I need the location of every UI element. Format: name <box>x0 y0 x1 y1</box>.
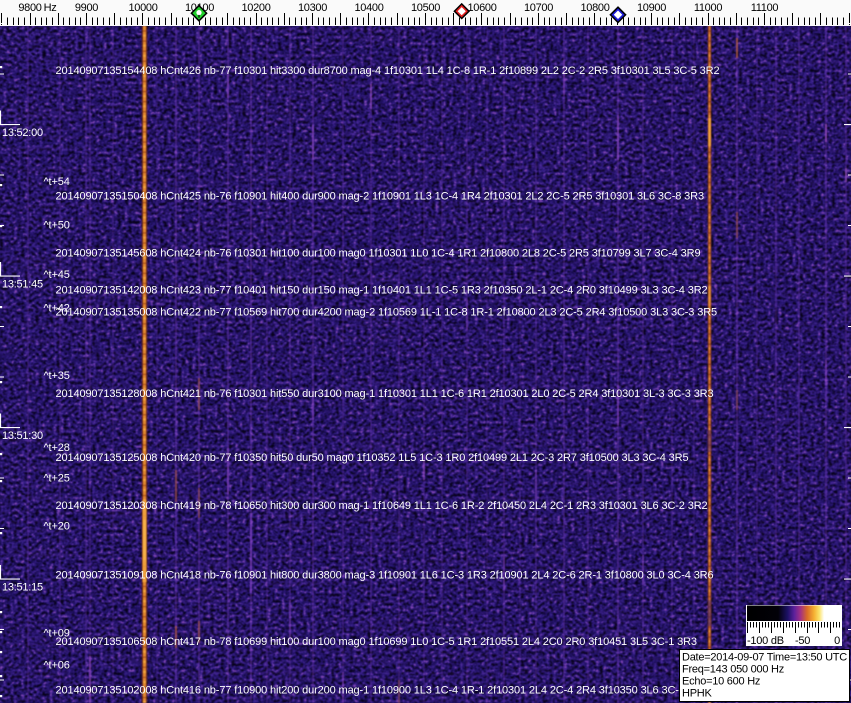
svg-text:20140907135106508 hCnt417 nb-7: 20140907135106508 hCnt417 nb-78 f10699 h… <box>56 636 697 648</box>
svg-text:20140907135142008 hCnt423 nb-7: 20140907135142008 hCnt423 nb-77 f10401 h… <box>56 284 708 296</box>
svg-text:20140907135135008 hCnt422 nb-7: 20140907135135008 hCnt422 nb-77 f10569 h… <box>56 306 718 318</box>
svg-text:20140907135120308 hCnt419 nb-7: 20140907135120308 hCnt419 nb-78 f10650 h… <box>56 500 708 512</box>
svg-text:10600: 10600 <box>467 2 496 14</box>
svg-text:10700: 10700 <box>524 2 553 14</box>
svg-text:^t+42: ^t+42 <box>44 302 70 314</box>
svg-text:13:51:45: 13:51:45 <box>2 279 43 291</box>
svg-text:10800: 10800 <box>580 2 609 14</box>
svg-text:Echo=10 600 Hz: Echo=10 600 Hz <box>682 676 760 688</box>
svg-text:20140907135145608 hCnt424 nb-7: 20140907135145608 hCnt424 nb-76 f10301 h… <box>56 248 701 260</box>
svg-text:HPHK: HPHK <box>682 688 712 700</box>
svg-text:^t+54: ^t+54 <box>44 176 70 188</box>
svg-text:10400: 10400 <box>354 2 383 14</box>
svg-text:13:51:15: 13:51:15 <box>2 582 43 594</box>
svg-text:13:52:00: 13:52:00 <box>2 127 43 139</box>
svg-text:20140907135102008 hCnt416 nb-7: 20140907135102008 hCnt416 nb-77 f10900 h… <box>56 684 708 696</box>
svg-text:Freq=143 050 000 Hz: Freq=143 050 000 Hz <box>682 664 784 676</box>
svg-text:10200: 10200 <box>241 2 270 14</box>
svg-text:^t+20: ^t+20 <box>44 521 70 533</box>
svg-text:^t+50: ^t+50 <box>44 220 70 232</box>
svg-text:20140907135150408 hCnt425 nb-7: 20140907135150408 hCnt425 nb-76 f10901 h… <box>56 191 704 203</box>
svg-text:Date=2014-09-07 Time=13:50 UTC: Date=2014-09-07 Time=13:50 UTC <box>682 652 847 664</box>
svg-text:10500: 10500 <box>411 2 440 14</box>
svg-text:20140907135109108 hCnt418 nb-7: 20140907135109108 hCnt418 nb-76 f10901 h… <box>56 569 714 581</box>
svg-text:-100 dB: -100 dB <box>747 635 784 647</box>
svg-text:11100: 11100 <box>751 2 779 14</box>
svg-text:^t+45: ^t+45 <box>44 269 70 281</box>
svg-text:20140907135125008 hCnt420 nb-7: 20140907135125008 hCnt420 nb-77 f10350 h… <box>56 452 689 464</box>
svg-text:10000: 10000 <box>128 2 157 14</box>
svg-text:^t+25: ^t+25 <box>44 473 70 485</box>
svg-text:11000: 11000 <box>694 2 722 14</box>
svg-text:^t+09: ^t+09 <box>44 627 70 639</box>
svg-text:20140907135154408 hCnt426 nb-7: 20140907135154408 hCnt426 nb-77 f10301 h… <box>56 65 720 77</box>
svg-text:0: 0 <box>834 635 840 647</box>
svg-text:10300: 10300 <box>298 2 327 14</box>
svg-text:10900: 10900 <box>637 2 666 14</box>
svg-text:-50: -50 <box>795 635 810 647</box>
svg-text:Hz: Hz <box>44 2 57 14</box>
svg-text:9900: 9900 <box>75 2 98 14</box>
svg-text:9800: 9800 <box>18 2 41 14</box>
svg-text:13:51:30: 13:51:30 <box>2 430 43 442</box>
svg-text:^t+35: ^t+35 <box>44 370 70 382</box>
svg-text:^t+28: ^t+28 <box>44 442 70 454</box>
svg-text:^t+06: ^t+06 <box>44 660 70 672</box>
svg-text:20140907135128008 hCnt421 nb-7: 20140907135128008 hCnt421 nb-76 f10301 h… <box>56 388 714 400</box>
